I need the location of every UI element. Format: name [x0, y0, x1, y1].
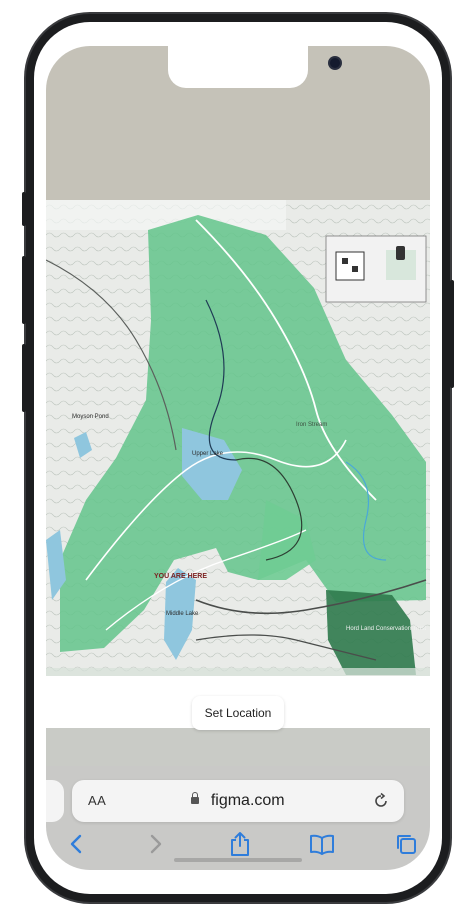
- share-button[interactable]: [226, 830, 254, 858]
- trail-map-graphic: Upper Lake Middle Lake YOU ARE HERE Iron…: [46, 200, 430, 676]
- camera-icon: [330, 58, 340, 68]
- chevron-left-icon: [70, 834, 82, 854]
- back-button[interactable]: [62, 830, 90, 858]
- volume-up-button: [22, 256, 26, 324]
- url-text: figma.com: [210, 792, 285, 809]
- url-display[interactable]: figma.com: [72, 792, 404, 810]
- tabs-icon: [397, 835, 416, 854]
- share-icon: [231, 832, 249, 856]
- home-indicator: [174, 858, 302, 862]
- iron-stream-label: Iron Stream: [296, 422, 327, 428]
- address-bar[interactable]: AA figma.com: [72, 780, 404, 822]
- notch: [168, 46, 340, 88]
- land-trust-label: Hord Land Conservation Trust: [346, 626, 426, 632]
- moyson-pond-label: Moyson Pond: [72, 414, 109, 420]
- book-icon: [310, 834, 334, 855]
- phone-frame: Upper Lake Middle Lake YOU ARE HERE Iron…: [26, 14, 450, 902]
- upper-lake-label: Upper Lake: [192, 451, 224, 457]
- safari-toolbar: AA figma.com: [46, 766, 430, 870]
- lower-band: [46, 728, 430, 766]
- phone-bezel: Upper Lake Middle Lake YOU ARE HERE Iron…: [34, 22, 442, 894]
- volume-down-button: [22, 344, 26, 412]
- middle-lake-label: Middle Lake: [166, 611, 199, 617]
- chevron-right-icon: [150, 834, 162, 854]
- set-location-button[interactable]: Set Location: [192, 696, 284, 730]
- previous-tab-preview[interactable]: [46, 780, 64, 822]
- trail-map-image[interactable]: Upper Lake Middle Lake YOU ARE HERE Iron…: [46, 200, 430, 676]
- tabs-button[interactable]: [392, 830, 420, 858]
- mute-switch: [22, 192, 26, 226]
- you-are-here-label: YOU ARE HERE: [154, 573, 207, 580]
- reload-icon[interactable]: [372, 792, 390, 810]
- bookmarks-button[interactable]: [308, 830, 336, 858]
- map-bottom-veil: [46, 668, 430, 676]
- lock-icon: [191, 792, 200, 804]
- forward-button[interactable]: [142, 830, 170, 858]
- screen: Upper Lake Middle Lake YOU ARE HERE Iron…: [46, 46, 430, 870]
- power-button: [450, 280, 454, 388]
